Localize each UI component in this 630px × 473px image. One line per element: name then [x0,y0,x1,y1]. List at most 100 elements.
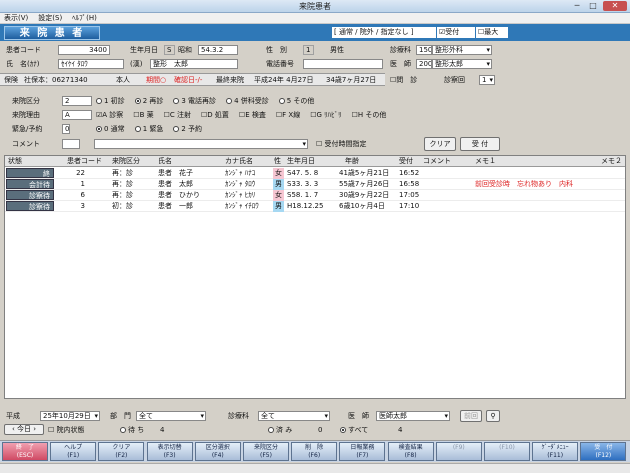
col-memo1[interactable]: メモ１ [475,156,496,167]
reason-option[interactable]: ☐C 注射 [164,111,191,119]
visit-type-radio-icon [278,98,285,104]
question-checkbox[interactable]: ☐問 診 [390,75,417,85]
time-cell: 16:58 [399,180,420,188]
col-name[interactable]: 氏名 [158,156,172,167]
phone-field[interactable] [303,59,383,69]
fkey-button[interactable]: クリア (F2) [98,442,145,461]
menu-help[interactable]: ﾍﾙﾌﾟ(H) [72,14,97,22]
kana-field[interactable]: ｾｲｹｲ ﾀﾛｳ [58,59,124,69]
birth-label: 生年月日 [130,46,158,54]
fkey-button[interactable]: (F9) [435,442,482,461]
search-icon[interactable]: ⚲ [486,410,500,422]
kanji-field[interactable]: 整形 太郎 [150,59,238,69]
col-type[interactable]: 来院区分 [112,156,140,167]
fkey-button[interactable]: ｹﾞｰﾀﾞﾒﾆｭｰ (F11) [532,442,579,461]
table-row[interactable]: 終 22 再：診 患者 花子 ｶﾝｼﾞｬ ﾊﾅｺ S47. 5. 8 41歳5ヶ月21日 16… [5,168,625,179]
table-row[interactable]: 会計待 1 再：診 患者 太郎 ｶﾝｼﾞｬ ﾀﾛｳ S33. 3. 3 55歳7ヶ月26日 1… [5,179,625,190]
visit-type-option[interactable]: 4 併科受診 [226,97,269,105]
max-checkbox[interactable]: ☐最大 [476,27,508,38]
reason-option[interactable]: ☑A 診察 [96,111,123,119]
col-age[interactable]: 年齢 [345,156,359,167]
reason-option[interactable]: ☐F X線 [276,111,300,119]
today-button[interactable]: ‹ 今日 › [4,424,44,435]
reason-option[interactable]: ☐E 検査 [239,111,266,119]
comment-select[interactable] [94,139,308,149]
fkey-button[interactable]: 受 付 (F12) [580,442,627,461]
reason-field[interactable]: A [62,110,92,120]
col-comment[interactable]: コメント [423,156,451,167]
bottom-clinic-select[interactable]: 全て [258,411,330,421]
fkey-button[interactable]: 削 除 (F6) [291,442,338,461]
name-cell: 患者 ひかり [158,191,200,199]
col-memo2[interactable]: メモ２ [601,156,622,167]
fkey-button[interactable]: ヘルプ (F1) [50,442,97,461]
fkey-button[interactable]: 来院区分 (F5) [243,442,289,461]
patient-code-field[interactable]: 3400 [58,45,110,55]
dept-code-field[interactable]: 150 [416,45,432,55]
urgent-field[interactable]: 0 [62,124,70,134]
col-code[interactable]: 患者コード [67,156,102,167]
name-cell: 患者 太郎 [158,180,193,188]
bottom-dept-select[interactable]: 全て [136,411,206,421]
visit-type-option[interactable]: 2 再診 [134,97,163,105]
visit-type-option[interactable]: 1 初診 [96,97,125,105]
era-code-field[interactable]: S [164,45,175,55]
status-button[interactable]: 診察待 [6,201,54,211]
menu-settings[interactable]: 設定(S) [38,14,62,22]
refresh-button[interactable]: 前回 [460,410,482,422]
time-checkbox[interactable]: ☐ 受付時間指定 [316,139,367,149]
col-kana[interactable]: カナ氏名 [225,156,253,167]
fkey-button[interactable]: 区分選択 (F4) [194,442,241,461]
fkey-button[interactable]: 検査結果 (F8) [387,442,434,461]
maximize-icon[interactable]: □ [586,1,600,11]
insured-type: 本人 [116,76,130,84]
col-sex[interactable]: 性 [274,156,281,167]
reason-option[interactable]: ☐B 薬 [133,111,153,119]
wait-radio[interactable]: 待 ち [120,425,144,435]
clear-button[interactable]: クリア [424,137,456,151]
close-icon[interactable]: ✕ [603,1,627,11]
reason-option[interactable]: ☐D 処置 [201,111,229,119]
filter-options[interactable]: [ 通常 / 院外 / 指定なし ] [332,27,436,38]
fkey-label: 終 了 [15,444,34,451]
status-button[interactable]: 終 [6,168,54,178]
reception-checkbox[interactable]: ☑受付 [437,27,475,38]
done-radio[interactable]: 済 み [268,425,292,435]
col-birth[interactable]: 生年月日 [287,156,315,167]
status-button[interactable]: 会計待 [6,179,54,189]
urgent-option[interactable]: 1 緊急 [134,125,163,133]
sex-code-field[interactable]: 1 [303,45,314,55]
comment-code-field[interactable] [62,139,80,149]
ward-checkbox[interactable]: ☐ 院内状態 [48,425,85,435]
table-row[interactable]: 診察待 3 初：診 患者 一郎 ｶﾝｼﾞｬ ｲﾁﾛｳ H18.12.25 6歳10ヶ月4日 1… [5,201,625,212]
minimize-icon[interactable]: ─ [570,1,584,11]
birth-field[interactable]: 54.3.2 [198,45,238,55]
fkey-button[interactable]: 日報業務 (F7) [339,442,386,461]
fkey-button[interactable]: 表示切替 (F3) [146,442,193,461]
doctor-select[interactable]: 整形太郎 [432,59,492,69]
bottom-doctor-select[interactable]: 医師太郎 [376,411,450,421]
reason-option[interactable]: ☐H その他 [352,111,387,119]
all-radio[interactable]: すべて [340,425,368,435]
col-status[interactable]: 状態 [8,156,22,167]
visit-count-select[interactable]: 1 [479,75,495,85]
urgent-option[interactable]: 2 予約 [173,125,202,133]
visit-type-option[interactable]: 5 その他 [278,97,314,105]
table-row[interactable]: 診察待 6 再：診 患者 ひかり ｶﾝｼﾞｬ ﾋｶﾘ S58. 1. 7 30歳9ヶ月22日… [5,190,625,201]
reason-option[interactable]: ☐G ﾘﾊﾋﾞﾘ [310,111,341,119]
urgent-option[interactable]: 0 通常 [96,125,125,133]
doctor-code-field[interactable]: 200 [416,59,432,69]
fkey-shortcut: (F6) [308,452,321,459]
accept-button[interactable]: 受 付 [460,137,500,151]
menu-view[interactable]: 表示(V) [4,14,28,22]
date-select[interactable]: 25年10月29日 [40,411,100,421]
sex-cell: 男 [273,179,284,190]
insurance-confirm-date: 確認日-/- [174,76,203,84]
dept-select[interactable]: 整形外科 [432,45,492,55]
visit-type-field[interactable]: 2 [62,96,92,106]
fkey-button[interactable]: (F10) [484,442,530,461]
visit-type-option[interactable]: 3 電話再診 [173,97,216,105]
col-time[interactable]: 受付 [399,156,413,167]
status-button[interactable]: 診察待 [6,190,54,200]
fkey-button[interactable]: 終 了 (ESC) [2,442,48,461]
